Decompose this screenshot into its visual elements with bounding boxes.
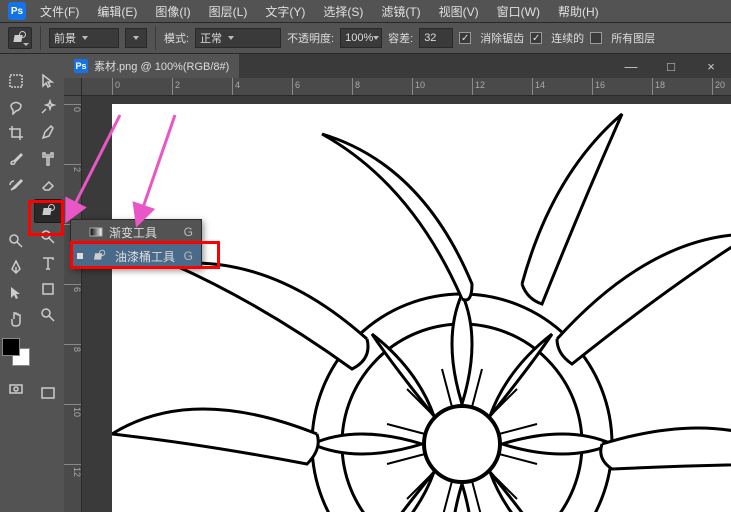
screenmode-toggle[interactable] (34, 385, 62, 401)
all-layers-label: 所有图层 (611, 30, 655, 46)
tool-clone[interactable] (34, 147, 62, 171)
all-layers-checkbox[interactable] (590, 32, 602, 44)
tool-history-brush[interactable] (2, 173, 30, 197)
document-tab[interactable]: Ps 素材.png @ 100%(RGB/8#) (64, 54, 239, 78)
menu-window[interactable]: 窗口(W) (489, 1, 548, 22)
pattern-picker[interactable] (125, 28, 147, 48)
menu-file[interactable]: 文件(F) (32, 1, 87, 22)
flyout-gradient-tool[interactable]: 渐变工具G (71, 220, 201, 244)
menu-filter[interactable]: 滤镜(T) (373, 1, 428, 22)
contiguous-label: 连续的 (551, 30, 584, 46)
menu-bar: Ps 文件(F) 编辑(E) 图像(I) 图层(L) 文字(Y) 选择(S) 滤… (0, 0, 731, 22)
menu-image[interactable]: 图像(I) (147, 1, 198, 22)
tool-pen[interactable] (2, 255, 30, 279)
menu-select[interactable]: 选择(S) (315, 1, 371, 22)
ps-icon: Ps (74, 59, 88, 73)
opacity-field[interactable]: 100% (340, 28, 382, 48)
separator (40, 26, 41, 50)
ruler-horizontal[interactable]: 02468101214161820 (82, 78, 731, 96)
tool-eyedropper[interactable] (34, 121, 62, 145)
bucket-icon (12, 31, 26, 45)
menu-layer[interactable]: 图层(L) (201, 1, 256, 22)
quickmask-toggle[interactable] (2, 381, 30, 397)
antialias-label: 消除锯齿 (480, 30, 524, 46)
tab-bar: Ps 素材.png @ 100%(RGB/8#) — □ × (64, 54, 731, 78)
window-close[interactable]: × (691, 54, 731, 78)
tool-marquee[interactable] (2, 69, 30, 93)
window-minimize[interactable]: — (611, 54, 651, 78)
document-area: Ps 素材.png @ 100%(RGB/8#) — □ × 024681012… (64, 54, 731, 512)
menu-type[interactable]: 文字(Y) (257, 1, 313, 22)
artwork (112, 104, 731, 512)
options-bar: 前景 模式: 正常 不透明度: 100% 容差: 32 消除锯齿 连续的 所有图… (0, 22, 731, 54)
tool-shape[interactable] (34, 277, 62, 301)
menu-help[interactable]: 帮助(H) (550, 1, 607, 22)
tool-zoom-blur[interactable] (34, 225, 62, 249)
menu-view[interactable]: 视图(V) (431, 1, 487, 22)
color-swatch[interactable] (2, 338, 30, 366)
canvas[interactable] (82, 96, 731, 512)
tool-move[interactable] (34, 69, 62, 93)
tool-zoom[interactable] (34, 303, 62, 327)
mode-label: 模式: (164, 30, 189, 46)
tab-title: 素材.png @ 100%(RGB/8#) (94, 58, 229, 74)
tool-flyout: 渐变工具G 油漆桶工具G (70, 219, 202, 269)
tool-dodge[interactable] (2, 229, 30, 253)
app-logo: Ps (8, 2, 26, 20)
ruler-vertical[interactable]: 024681012 (64, 96, 82, 512)
tool-hand[interactable] (2, 307, 30, 331)
tolerance-label: 容差: (388, 30, 413, 46)
tool-lasso[interactable] (2, 95, 30, 119)
flower-artwork (112, 104, 731, 512)
current-tool-icon[interactable] (8, 27, 32, 49)
bucket-icon (93, 250, 106, 263)
tool-eraser[interactable] (34, 173, 62, 197)
tolerance-field[interactable]: 32 (419, 28, 453, 48)
ruler-corner (64, 78, 82, 96)
tool-type[interactable] (34, 251, 62, 275)
tool-crop[interactable] (2, 121, 30, 145)
antialias-checkbox[interactable] (459, 32, 471, 44)
tool-brush[interactable] (2, 147, 30, 171)
toolbox (0, 54, 64, 512)
flyout-bucket-tool[interactable]: 油漆桶工具G (71, 244, 201, 268)
fill-source-dropdown[interactable]: 前景 (49, 28, 119, 48)
menu-edit[interactable]: 编辑(E) (89, 1, 145, 22)
tool-path-select[interactable] (2, 281, 30, 305)
window-controls: — □ × (611, 54, 731, 78)
gradient-icon (89, 225, 103, 239)
selected-dot-icon (77, 253, 83, 259)
window-maximize[interactable]: □ (651, 54, 691, 78)
tool-bucket[interactable] (34, 199, 62, 223)
bucket-icon (41, 204, 55, 218)
separator (155, 26, 156, 50)
tool-magic-wand[interactable] (34, 95, 62, 119)
opacity-label: 不透明度: (287, 30, 334, 46)
blend-mode-dropdown[interactable]: 正常 (195, 28, 281, 48)
contiguous-checkbox[interactable] (530, 32, 542, 44)
